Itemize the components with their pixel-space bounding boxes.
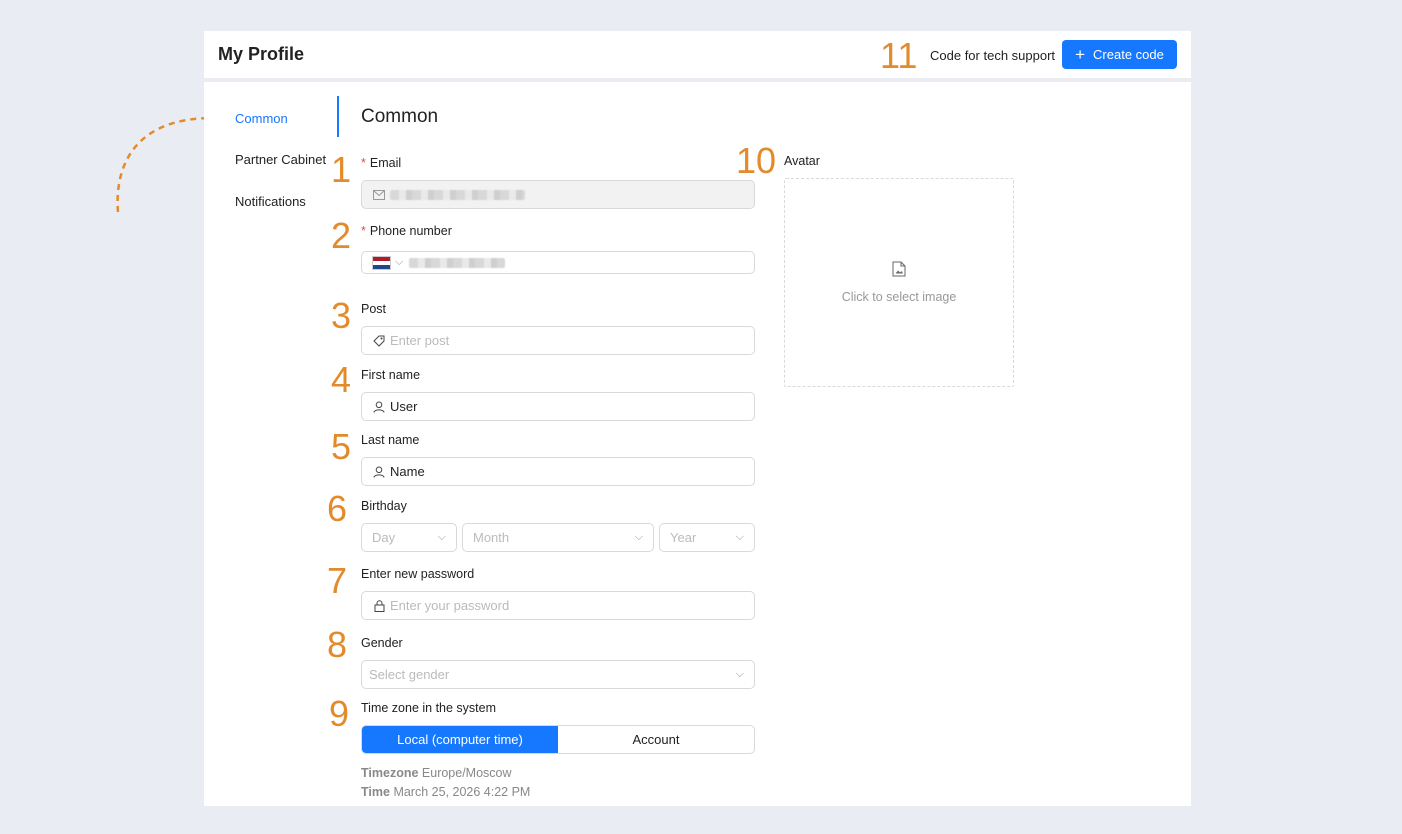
avatar-upload-area[interactable]: Click to select image <box>784 178 1014 387</box>
section-title: Common <box>361 106 439 127</box>
chevron-down-icon: ⌵ <box>634 531 643 543</box>
sidebar-item-common[interactable]: Common <box>235 111 288 126</box>
annotation-number: 5 <box>331 426 352 467</box>
post-input[interactable]: Enter post <box>361 326 755 355</box>
sidebar-item-notifications[interactable]: Notifications <box>235 194 306 209</box>
chevron-down-icon: ⌵ <box>437 531 446 543</box>
sidebar-item-partner-cabinet[interactable]: Partner Cabinet <box>235 152 326 167</box>
annotation-number: 8 <box>327 624 348 665</box>
timezone-segmented-control: Local (computer time) Account <box>361 725 755 754</box>
lock-icon <box>372 599 386 613</box>
password-label: Enter new password <box>361 567 475 581</box>
email-value-redacted <box>390 189 525 200</box>
first-name-input[interactable]: User <box>361 392 755 421</box>
annotation-number: 1 <box>331 149 352 190</box>
chevron-down-icon: ⌵ <box>735 668 744 680</box>
annotation-number: 7 <box>327 560 348 601</box>
password-input[interactable]: Enter your password <box>361 591 755 620</box>
plus-icon: + <box>1075 45 1086 64</box>
annotation-number: 10 <box>736 140 777 181</box>
annotation-number: 2 <box>331 215 352 256</box>
post-label: Post <box>361 302 387 316</box>
page-title: My Profile <box>218 44 305 64</box>
phone-label: * Phone number <box>361 224 452 238</box>
gender-label: Gender <box>361 636 403 650</box>
profile-header: My Profile Code for tech support + Creat… <box>204 31 1191 78</box>
chevron-down-icon: ⌵ <box>735 531 744 543</box>
timezone-info: Timezone Europe/Moscow <box>361 766 512 780</box>
country-flag-icon[interactable] <box>372 255 391 270</box>
annotation-number: 11 <box>880 35 918 76</box>
gender-select[interactable]: Select gender ⌵ <box>361 660 755 689</box>
email-field[interactable] <box>361 180 755 209</box>
timezone-label: Time zone in the system <box>361 701 497 715</box>
mail-icon <box>372 188 386 202</box>
create-code-button[interactable]: + Create code <box>1062 40 1177 69</box>
tag-icon <box>372 334 386 348</box>
annotation-number: 6 <box>327 488 348 529</box>
annotation-number: 3 <box>331 295 352 336</box>
birthday-day-select[interactable]: Day ⌵ <box>361 523 457 552</box>
profile-panel: Common Partner Cabinet Notifications Com… <box>204 82 1191 806</box>
annotation-number: 4 <box>331 359 352 400</box>
email-label: * Email <box>361 156 402 170</box>
active-indicator <box>337 96 339 137</box>
chevron-down-icon[interactable]: ⌵ <box>395 256 403 269</box>
last-name-label: Last name <box>361 433 420 447</box>
user-icon <box>372 400 386 414</box>
timezone-option-account[interactable]: Account <box>558 726 754 753</box>
timezone-option-local[interactable]: Local (computer time) <box>362 726 558 753</box>
birthday-label: Birthday <box>361 499 407 513</box>
create-code-label: Create code <box>1093 47 1164 62</box>
annotation-number: 9 <box>329 693 350 734</box>
support-code-label: Code for tech support <box>930 48 1056 63</box>
phone-field[interactable]: ⌵ <box>361 251 755 274</box>
birthday-year-select[interactable]: Year ⌵ <box>659 523 755 552</box>
image-file-icon <box>892 261 906 282</box>
last-name-input[interactable]: Name <box>361 457 755 486</box>
first-name-label: First name <box>361 368 421 382</box>
phone-value-redacted <box>409 257 506 268</box>
birthday-month-select[interactable]: Month ⌵ <box>462 523 654 552</box>
time-info: Time March 25, 2026 4:22 PM <box>361 785 531 799</box>
user-icon <box>372 465 386 479</box>
avatar-label: Avatar <box>784 154 820 168</box>
